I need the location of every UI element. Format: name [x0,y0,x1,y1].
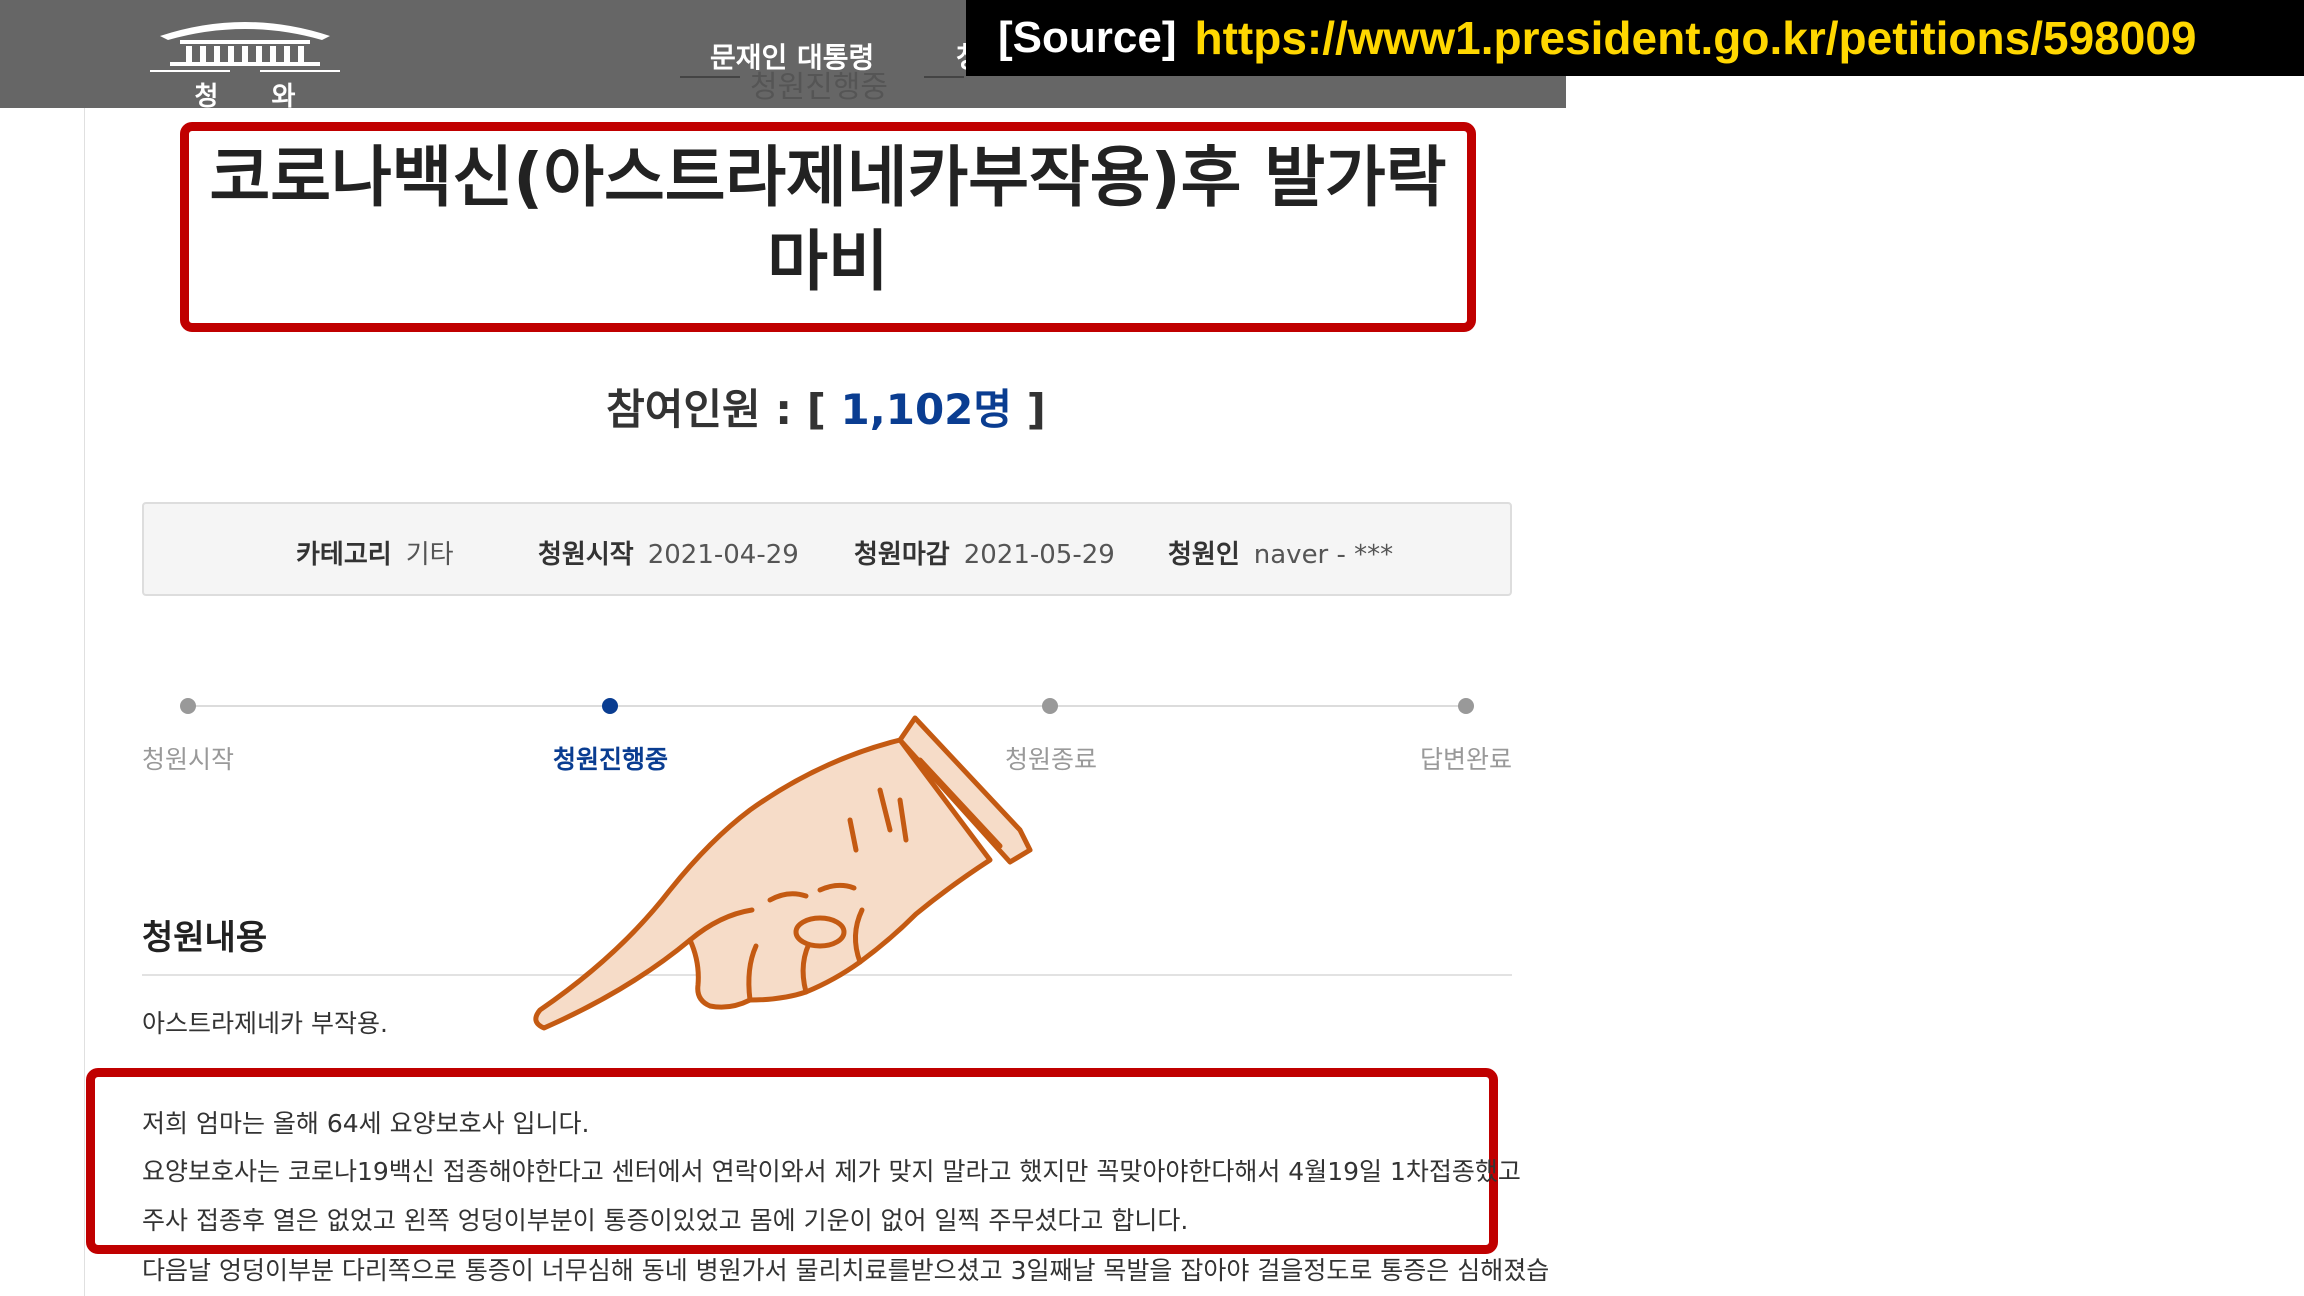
participants-count: 참여인원 : [ 1,102명 ] [0,376,1652,437]
info-start-value: 2021-04-29 [647,540,799,570]
source-banner: [Source] https://www1.president.go.kr/pe… [966,0,2304,76]
status-divider-left [680,76,740,78]
petition-body-line-4: 다음날 엉덩이부분 다리쪽으로 통증이 너무심해 동네 병원가서 물리치료를받으… [142,1256,1550,1285]
petition-title: 코로나백신(아스트라제네카부작용)후 발가락 마비 [209,139,1447,300]
info-start: 청원시작 2021-04-29 [538,534,799,571]
status-divider-right [924,76,964,78]
info-author-label: 청원인 [1168,540,1240,570]
info-end-label: 청원마감 [854,540,950,570]
info-category-value: 기타 [405,540,454,570]
participants-bracket-open: [ [806,385,826,434]
info-category-label: 카테고리 [296,540,392,570]
progress-dot-answered [1458,698,1474,714]
petition-content-heading: 청원내용 [142,918,268,958]
petition-body-line-1: 저희 엄마는 올해 64세 요양보호사 입니다. [142,1109,590,1138]
info-author: 청원인 naver - *** [1168,534,1393,571]
info-end-value: 2021-05-29 [963,540,1115,570]
blue-house-roof-icon [150,22,340,72]
pointing-hand-icon [533,715,1033,1031]
participants-bracket-close: ] [1026,385,1046,434]
info-category: 카테고리 기타 [296,534,454,571]
progress-dot-start [180,698,196,714]
petition-info-box: 카테고리 기타 청원시작 2021-04-29 청원마감 2021-05-29 청원인… [142,502,1512,596]
progress-step-start: 청원시작 [142,745,235,774]
info-author-value: naver - *** [1253,540,1394,570]
participants-number: 1,102명 [840,385,1013,434]
info-start-label: 청원시작 [538,540,634,570]
page-left-border [84,108,85,1296]
petition-intro: 아스트라제네카 부작용. [142,1009,388,1038]
petition-body-line-2: 요양보호사는 코로나19백신 접종해야한다고 센터에서 연락이와서 제가 맞지 … [142,1157,1521,1186]
participants-label: 참여인원 : [606,385,793,434]
source-label: [Source] [998,13,1177,62]
info-end: 청원마감 2021-05-29 [854,534,1115,571]
progress-step-answered: 답변완료 [1420,745,1513,774]
petition-body-line-3: 주사 접종후 열은 없었고 왼쪽 엉덩이부분이 통증이있었고 몸에 기운이 없어… [142,1206,1189,1235]
source-url-link[interactable]: https://www1.president.go.kr/petitions/5… [1194,11,2196,65]
cheongwadae-logo[interactable]: 청 와 대 [140,6,350,149]
petition-status-heading: 청원진행중 [750,70,888,105]
